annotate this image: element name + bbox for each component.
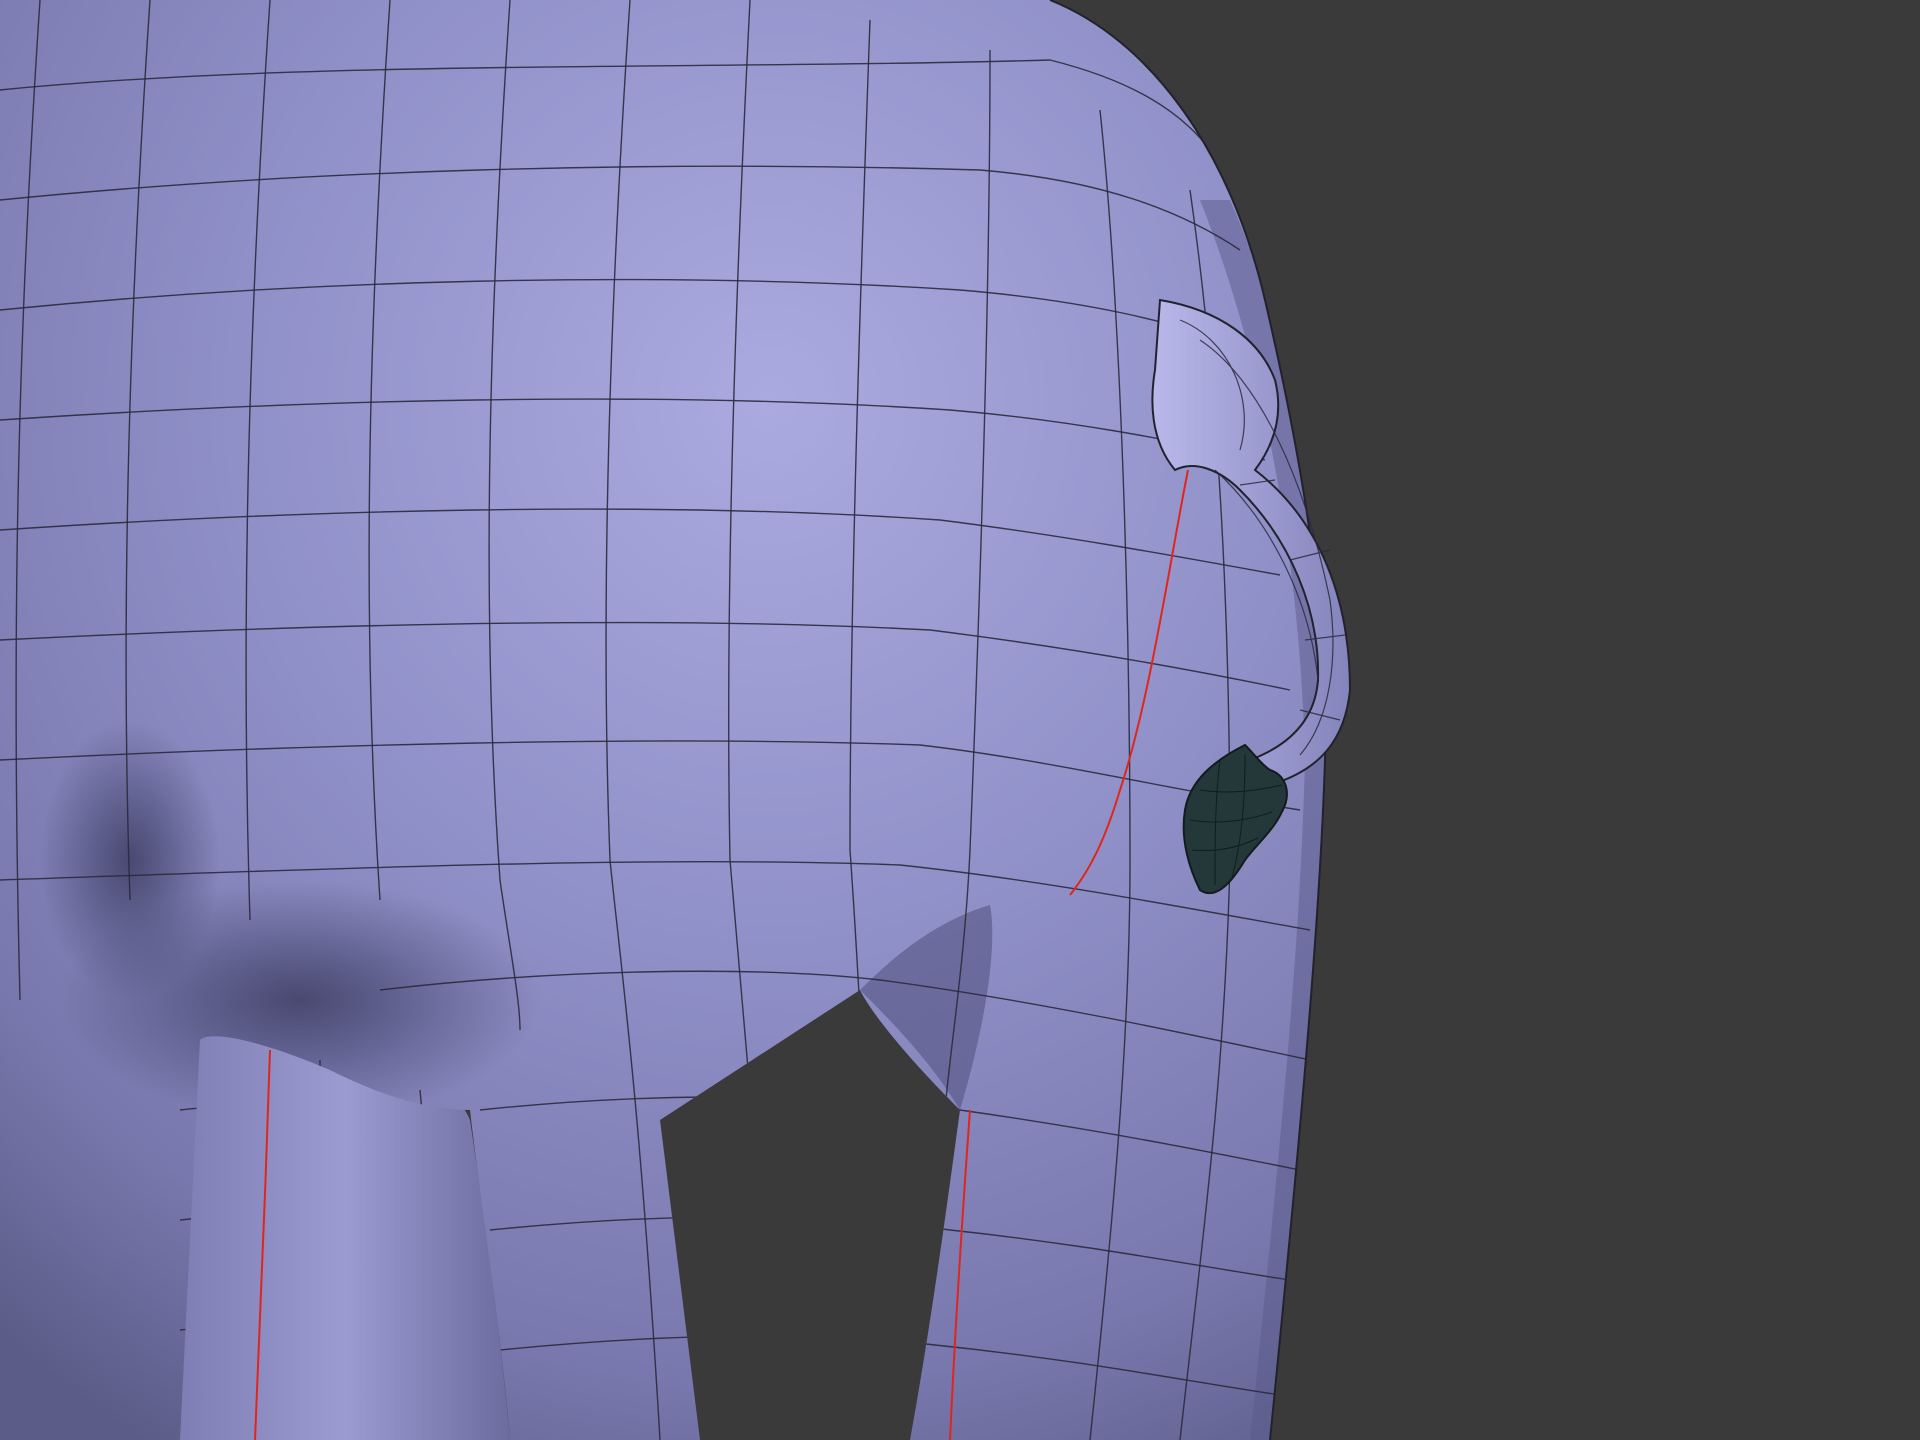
3d-viewport[interactable] <box>0 0 1920 1440</box>
elephant-mesh <box>0 0 1920 1440</box>
